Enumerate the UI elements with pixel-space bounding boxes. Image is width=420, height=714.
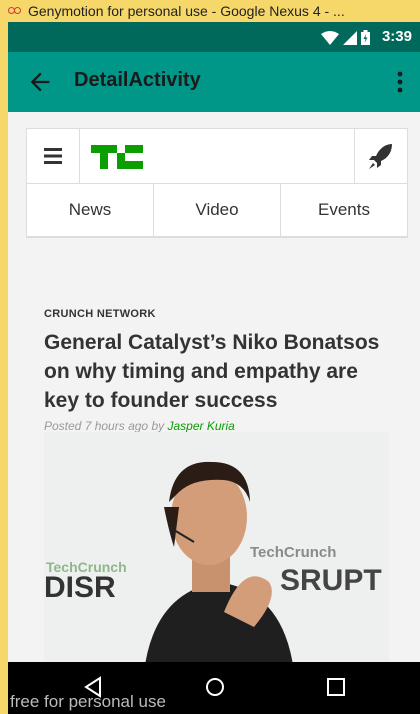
genymotion-logo-icon bbox=[8, 6, 22, 16]
photo-banner-left: DISR bbox=[44, 571, 116, 604]
nav-home-icon[interactable] bbox=[204, 676, 226, 698]
article-kicker[interactable]: CRUNCH NETWORK bbox=[44, 308, 389, 320]
overflow-menu-icon[interactable] bbox=[390, 68, 410, 96]
window-titlebar: Genymotion for personal use - Google Nex… bbox=[0, 0, 420, 22]
device-screen: 3:39 DetailActivity News Video Events CR… bbox=[8, 22, 420, 714]
nav-news[interactable]: News bbox=[27, 184, 154, 236]
rocket-button[interactable] bbox=[354, 129, 407, 183]
hamburger-icon bbox=[44, 148, 62, 164]
site-menu-button[interactable] bbox=[27, 129, 80, 183]
article-photo[interactable]: TechCrunch TechCrunch DISR SRUPT bbox=[44, 432, 389, 672]
article-byline: Posted 7 hours ago by Jasper Kuria bbox=[44, 419, 389, 433]
status-bar: 3:39 bbox=[8, 22, 420, 52]
article-headline[interactable]: General Catalyst’s Niko Bonatsos on why … bbox=[44, 328, 389, 415]
speaker-photo: TechCrunch TechCrunch DISR SRUPT bbox=[44, 432, 389, 672]
author-link[interactable]: Jasper Kuria bbox=[167, 419, 234, 433]
posted-prefix: Posted bbox=[44, 419, 82, 433]
nav-video[interactable]: Video bbox=[154, 184, 281, 236]
wifi-icon bbox=[321, 30, 339, 45]
site-topbar bbox=[27, 129, 407, 184]
rocket-icon bbox=[369, 144, 392, 169]
toolbar-title: DetailActivity bbox=[74, 69, 201, 91]
photo-banner-right: SRUPT bbox=[280, 564, 382, 597]
nav-events[interactable]: Events bbox=[281, 184, 407, 236]
techcrunch-logo-icon[interactable] bbox=[91, 145, 143, 169]
web-content[interactable]: News Video Events CRUNCH NETWORK General… bbox=[8, 112, 420, 714]
signal-icon bbox=[343, 30, 357, 45]
site-nav: News Video Events bbox=[27, 184, 407, 237]
photo-caption-right: TechCrunch bbox=[250, 544, 336, 561]
article: CRUNCH NETWORK General Catalyst’s Niko B… bbox=[44, 308, 389, 441]
window-title: Genymotion for personal use - Google Nex… bbox=[28, 3, 345, 19]
posted-time: 7 hours ago bbox=[84, 419, 149, 433]
watermark: free for personal use bbox=[10, 692, 166, 711]
battery-icon bbox=[361, 30, 370, 45]
clock: 3:39 bbox=[381, 28, 412, 45]
site-header: News Video Events bbox=[26, 128, 408, 238]
app-toolbar: DetailActivity bbox=[8, 52, 420, 112]
back-arrow-icon[interactable] bbox=[26, 68, 54, 96]
nav-recents-icon[interactable] bbox=[326, 677, 346, 697]
byline-by: by bbox=[151, 419, 165, 433]
